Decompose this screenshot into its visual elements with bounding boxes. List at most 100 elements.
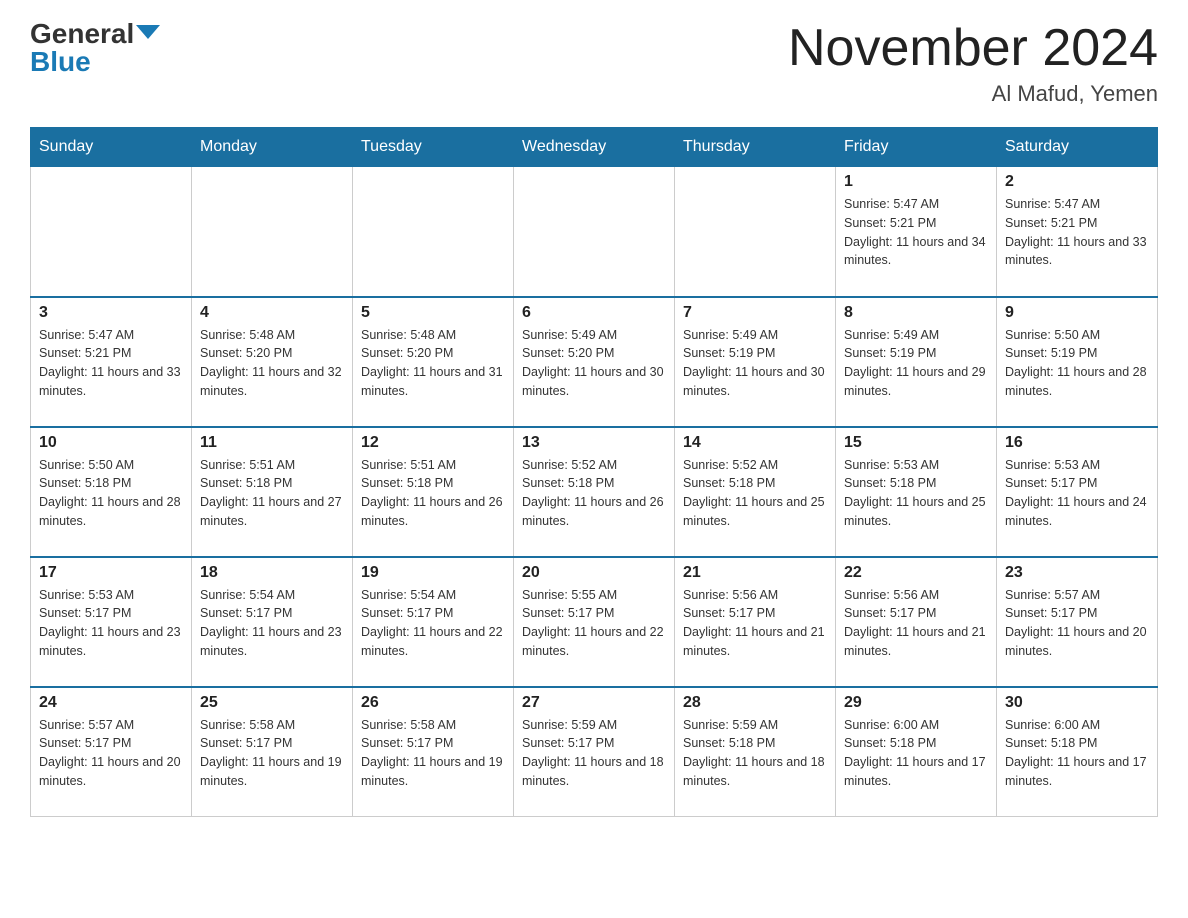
- calendar-cell: 8Sunrise: 5:49 AMSunset: 5:19 PMDaylight…: [836, 297, 997, 427]
- calendar-cell: 2Sunrise: 5:47 AMSunset: 5:21 PMDaylight…: [997, 167, 1158, 297]
- day-info: Sunrise: 5:53 AMSunset: 5:17 PMDaylight:…: [39, 586, 183, 661]
- day-number: 5: [361, 304, 505, 322]
- calendar-cell: 7Sunrise: 5:49 AMSunset: 5:19 PMDaylight…: [675, 297, 836, 427]
- calendar-cell: 14 Sunrise: 5:52 AMSunset: 5:18 PMDayligh…: [675, 427, 836, 557]
- calendar-cell: 4Sunrise: 5:48 AMSunset: 5:20 PMDaylight…: [192, 297, 353, 427]
- calendar-cell: 10 Sunrise: 5:50 AMSunset: 5:18 PMDayligh…: [31, 427, 192, 557]
- day-header-saturday: Saturday: [997, 128, 1158, 167]
- calendar-week-row: 1 Sunrise: 5:47 AMSunset: 5:21 PMDaylight…: [31, 167, 1158, 297]
- day-number: 10: [39, 434, 183, 452]
- day-number: 16: [1005, 434, 1149, 452]
- calendar-cell: [192, 167, 353, 297]
- day-info: Sunrise: 5:49 AMSunset: 5:20 PMDaylight:…: [522, 326, 666, 401]
- day-info: Sunrise: 6:00 AMSunset: 5:18 PMDaylight:…: [1005, 716, 1149, 791]
- day-number: 24: [39, 694, 183, 712]
- calendar-week-row: 17 Sunrise: 5:53 AMSunset: 5:17 PMDayligh…: [31, 557, 1158, 687]
- calendar-cell: 9 Sunrise: 5:50 AMSunset: 5:19 PMDaylight…: [997, 297, 1158, 427]
- day-number: 30: [1005, 694, 1149, 712]
- calendar-week-row: 24 Sunrise: 5:57 AMSunset: 5:17 PMDayligh…: [31, 687, 1158, 817]
- calendar-cell: 11Sunrise: 5:51 AMSunset: 5:18 PMDayligh…: [192, 427, 353, 557]
- day-number: 25: [200, 694, 344, 712]
- location-text: Al Mafud, Yemen: [788, 81, 1158, 107]
- day-header-wednesday: Wednesday: [514, 128, 675, 167]
- day-info: Sunrise: 5:56 AMSunset: 5:17 PMDaylight:…: [683, 586, 827, 661]
- day-info: Sunrise: 5:47 AMSunset: 5:21 PMDaylight:…: [39, 326, 183, 401]
- calendar-cell: [353, 167, 514, 297]
- day-header-tuesday: Tuesday: [353, 128, 514, 167]
- day-number: 9: [1005, 304, 1149, 322]
- logo-arrow-icon: [136, 25, 160, 39]
- month-title: November 2024: [788, 20, 1158, 77]
- day-number: 6: [522, 304, 666, 322]
- day-info: Sunrise: 5:56 AMSunset: 5:17 PMDaylight:…: [844, 586, 988, 661]
- day-info: Sunrise: 5:47 AMSunset: 5:21 PMDaylight:…: [1005, 195, 1149, 270]
- calendar-cell: 23Sunrise: 5:57 AMSunset: 5:17 PMDayligh…: [997, 557, 1158, 687]
- calendar-header-row: SundayMondayTuesdayWednesdayThursdayFrid…: [31, 128, 1158, 167]
- day-number: 18: [200, 564, 344, 582]
- day-number: 14: [683, 434, 827, 452]
- calendar-cell: 30 Sunrise: 6:00 AMSunset: 5:18 PMDayligh…: [997, 687, 1158, 817]
- day-header-friday: Friday: [836, 128, 997, 167]
- calendar-cell: 3 Sunrise: 5:47 AMSunset: 5:21 PMDaylight…: [31, 297, 192, 427]
- day-info: Sunrise: 5:57 AMSunset: 5:17 PMDaylight:…: [1005, 586, 1149, 661]
- day-number: 22: [844, 564, 988, 582]
- calendar-cell: 13 Sunrise: 5:52 AMSunset: 5:18 PMDayligh…: [514, 427, 675, 557]
- day-info: Sunrise: 5:52 AMSunset: 5:18 PMDaylight:…: [522, 456, 666, 531]
- calendar-cell: 26Sunrise: 5:58 AMSunset: 5:17 PMDayligh…: [353, 687, 514, 817]
- day-number: 20: [522, 564, 666, 582]
- day-info: Sunrise: 5:53 AMSunset: 5:18 PMDaylight:…: [844, 456, 988, 531]
- day-number: 7: [683, 304, 827, 322]
- day-info: Sunrise: 5:55 AMSunset: 5:17 PMDaylight:…: [522, 586, 666, 661]
- page-header: General Blue November 2024 Al Mafud, Yem…: [30, 20, 1158, 107]
- calendar-cell: 1 Sunrise: 5:47 AMSunset: 5:21 PMDaylight…: [836, 167, 997, 297]
- day-info: Sunrise: 5:54 AMSunset: 5:17 PMDaylight:…: [200, 586, 344, 661]
- day-info: Sunrise: 5:59 AMSunset: 5:18 PMDaylight:…: [683, 716, 827, 791]
- calendar-cell: [675, 167, 836, 297]
- day-number: 3: [39, 304, 183, 322]
- calendar-week-row: 3 Sunrise: 5:47 AMSunset: 5:21 PMDaylight…: [31, 297, 1158, 427]
- calendar-week-row: 10 Sunrise: 5:50 AMSunset: 5:18 PMDayligh…: [31, 427, 1158, 557]
- day-info: Sunrise: 5:49 AMSunset: 5:19 PMDaylight:…: [844, 326, 988, 401]
- day-number: 1: [844, 173, 988, 191]
- title-area: November 2024 Al Mafud, Yemen: [788, 20, 1158, 107]
- day-info: Sunrise: 5:52 AMSunset: 5:18 PMDaylight:…: [683, 456, 827, 531]
- day-number: 11: [200, 434, 344, 452]
- calendar-cell: 25 Sunrise: 5:58 AMSunset: 5:17 PMDayligh…: [192, 687, 353, 817]
- calendar-cell: 5 Sunrise: 5:48 AMSunset: 5:20 PMDaylight…: [353, 297, 514, 427]
- day-number: 21: [683, 564, 827, 582]
- day-number: 26: [361, 694, 505, 712]
- calendar-cell: 27Sunrise: 5:59 AMSunset: 5:17 PMDayligh…: [514, 687, 675, 817]
- calendar-cell: 16 Sunrise: 5:53 AMSunset: 5:17 PMDayligh…: [997, 427, 1158, 557]
- calendar-cell: 22 Sunrise: 5:56 AMSunset: 5:17 PMDayligh…: [836, 557, 997, 687]
- calendar-cell: 20 Sunrise: 5:55 AMSunset: 5:17 PMDayligh…: [514, 557, 675, 687]
- calendar-cell: [31, 167, 192, 297]
- day-number: 17: [39, 564, 183, 582]
- day-header-monday: Monday: [192, 128, 353, 167]
- calendar-cell: 18 Sunrise: 5:54 AMSunset: 5:17 PMDayligh…: [192, 557, 353, 687]
- day-info: Sunrise: 5:57 AMSunset: 5:17 PMDaylight:…: [39, 716, 183, 791]
- calendar-cell: 21 Sunrise: 5:56 AMSunset: 5:17 PMDayligh…: [675, 557, 836, 687]
- calendar-cell: 17 Sunrise: 5:53 AMSunset: 5:17 PMDayligh…: [31, 557, 192, 687]
- calendar-cell: 15Sunrise: 5:53 AMSunset: 5:18 PMDayligh…: [836, 427, 997, 557]
- day-number: 29: [844, 694, 988, 712]
- logo-blue-text: Blue: [30, 46, 91, 77]
- day-number: 27: [522, 694, 666, 712]
- day-number: 4: [200, 304, 344, 322]
- calendar-cell: 28 Sunrise: 5:59 AMSunset: 5:18 PMDayligh…: [675, 687, 836, 817]
- day-info: Sunrise: 5:50 AMSunset: 5:19 PMDaylight:…: [1005, 326, 1149, 401]
- day-number: 19: [361, 564, 505, 582]
- calendar-cell: 6 Sunrise: 5:49 AMSunset: 5:20 PMDaylight…: [514, 297, 675, 427]
- day-number: 12: [361, 434, 505, 452]
- calendar-cell: [514, 167, 675, 297]
- day-info: Sunrise: 6:00 AMSunset: 5:18 PMDaylight:…: [844, 716, 988, 791]
- day-info: Sunrise: 5:47 AMSunset: 5:21 PMDaylight:…: [844, 195, 988, 270]
- day-info: Sunrise: 5:58 AMSunset: 5:17 PMDaylight:…: [200, 716, 344, 791]
- day-info: Sunrise: 5:50 AMSunset: 5:18 PMDaylight:…: [39, 456, 183, 531]
- day-header-sunday: Sunday: [31, 128, 192, 167]
- day-number: 13: [522, 434, 666, 452]
- day-header-thursday: Thursday: [675, 128, 836, 167]
- day-info: Sunrise: 5:53 AMSunset: 5:17 PMDaylight:…: [1005, 456, 1149, 531]
- logo-general-text: General: [30, 20, 134, 48]
- day-info: Sunrise: 5:48 AMSunset: 5:20 PMDaylight:…: [361, 326, 505, 401]
- day-number: 28: [683, 694, 827, 712]
